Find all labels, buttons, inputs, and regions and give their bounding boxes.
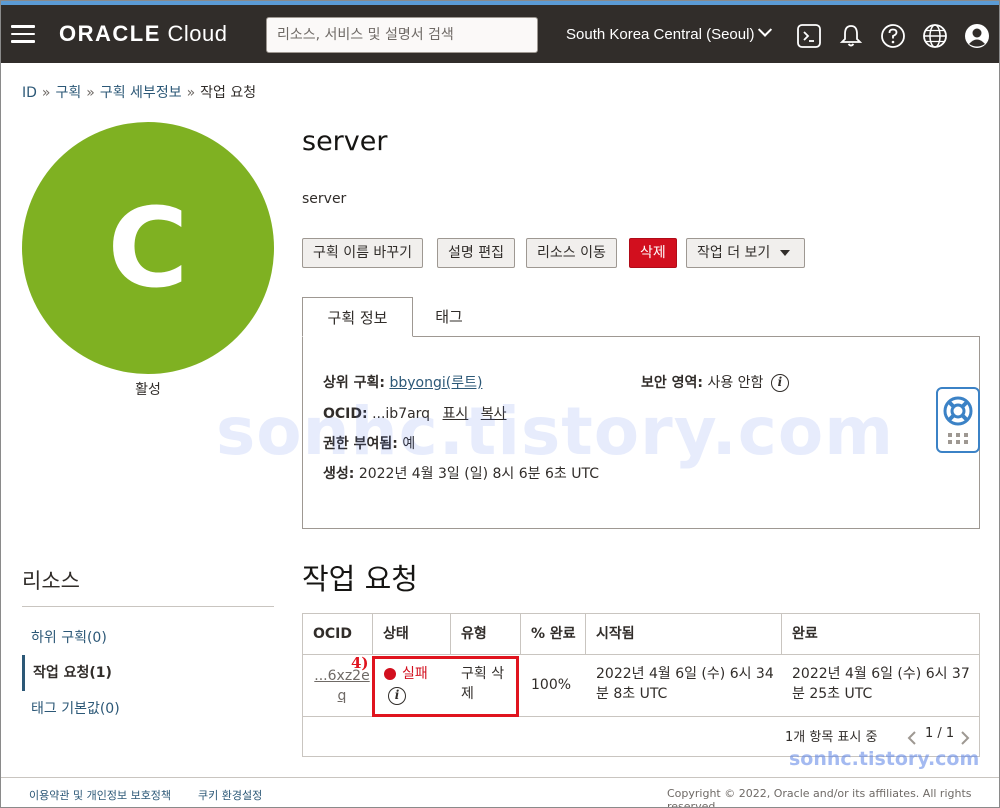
column-header-type[interactable]: 유형 — [451, 614, 521, 654]
failed-status-dot — [384, 668, 396, 680]
finished-line-continued: 분 25초 UTC — [792, 686, 873, 702]
breadcrumb-link-compartments[interactable]: 구획 — [56, 85, 82, 101]
parent-compartment-label: 상위 구획: — [323, 375, 385, 391]
ocid-show-link[interactable]: 표시 — [443, 406, 469, 422]
delete-button[interactable]: 삭제 — [629, 238, 677, 268]
started-line-continued: 분 8초 UTC — [596, 686, 668, 702]
help-widget[interactable] — [936, 387, 980, 453]
column-header-percent[interactable]: % 완료 — [521, 614, 586, 654]
menu-icon[interactable] — [11, 25, 35, 43]
percent-cell: 100% — [531, 677, 572, 693]
column-header-finished[interactable]: 완료 — [782, 614, 979, 654]
security-zone-value: 사용 안함 — [707, 375, 764, 391]
globe-icon[interactable] — [922, 23, 948, 49]
column-header-ocid[interactable]: OCID — [303, 614, 373, 654]
work-requests-table: OCID 상태 유형 % 완료 시작됨 완료 ...6xz2e q 실패 i 구… — [302, 613, 980, 757]
created-value: 2022년 4월 3일 (일) 8시 6분 6초 UTC — [358, 466, 599, 482]
lifebuoy-icon — [943, 396, 973, 444]
console-window: { "topbar": { "logo_brand": "ORACLE", "l… — [0, 0, 1000, 808]
ocid-link-continued[interactable]: q — [338, 688, 347, 704]
more-actions-label: 작업 더 보기 — [697, 245, 771, 261]
bell-icon[interactable] — [838, 23, 864, 49]
started-cell: 2022년 4월 6일 (수) 6시 34 분 8초 UTC — [596, 664, 774, 704]
resources-title: 리소스 — [22, 569, 80, 593]
search-input[interactable]: 리소스, 서비스 및 설명서 검색 — [266, 17, 538, 53]
tab-tags[interactable]: 태그 — [417, 297, 481, 337]
compartment-avatar: C — [22, 122, 274, 374]
cloud-shell-icon[interactable] — [796, 23, 822, 49]
avatar-letter: C — [107, 184, 189, 312]
ocid-cell: ...6xz2e q — [313, 666, 371, 706]
parent-compartment-row: 상위 구획: bbyongi(루트) — [323, 372, 482, 392]
ocid-label: OCID: — [323, 406, 368, 422]
footer-terms-link[interactable]: 이용약관 및 개인정보 보호정책 — [29, 787, 171, 803]
resources-item-child-compartments[interactable]: 하위 구획(0) — [22, 620, 274, 656]
resources-item-work-requests[interactable]: 작업 요청(1) — [22, 655, 274, 691]
page-description: server — [302, 191, 347, 207]
breadcrumb-separator: » — [41, 85, 51, 101]
security-zone-label: 보안 영역: — [641, 375, 703, 391]
column-header-started[interactable]: 시작됨 — [586, 614, 782, 654]
footer-cookies-link[interactable]: 쿠키 환경설정 — [198, 787, 262, 803]
region-selector[interactable]: South Korea Central (Seoul) — [566, 22, 773, 43]
finished-cell: 2022년 4월 6일 (수) 6시 37 분 25초 UTC — [792, 664, 970, 704]
ocid-value: ...ib7arq — [372, 406, 431, 422]
info-icon[interactable]: i — [770, 374, 789, 392]
type-cell: 구획 삭 제 — [461, 664, 504, 704]
resources-divider — [22, 606, 274, 607]
breadcrumb-separator: » — [186, 85, 196, 101]
rename-compartment-button[interactable]: 구획 이름 바꾸기 — [302, 238, 424, 268]
status-failed-text: 실패 — [402, 666, 428, 682]
next-page-icon[interactable] — [958, 730, 972, 746]
authorized-row: 권한 부여됨: 예 — [323, 433, 415, 453]
status-cell: 실패 i — [384, 664, 428, 705]
resources-item-tag-defaults[interactable]: 태그 기본값(0) — [22, 691, 274, 727]
started-line: 2022년 4월 6일 (수) 6시 34 — [596, 666, 774, 682]
ocid-copy-link[interactable]: 복사 — [481, 406, 507, 422]
security-zone-row: 보안 영역: 사용 안함 i — [641, 372, 789, 392]
move-resource-button[interactable]: 리소스 이동 — [526, 238, 617, 268]
oracle-cloud-logo[interactable]: ORACLE Cloud — [59, 21, 228, 47]
breadcrumb-link-compartment-details[interactable]: 구획 세부정보 — [100, 85, 182, 101]
pager-pages: 1 / 1 — [925, 726, 955, 741]
caret-down-icon — [780, 250, 791, 256]
edit-description-button[interactable]: 설명 편집 — [437, 238, 515, 268]
column-header-status[interactable]: 상태 — [373, 614, 451, 654]
more-actions-button[interactable]: 작업 더 보기 — [686, 238, 806, 268]
help-icon[interactable] — [880, 23, 906, 49]
work-requests-title: 작업 요청 — [302, 562, 418, 596]
prev-page-icon[interactable] — [905, 730, 919, 746]
breadcrumb: ID» 구획» 구획 세부정보» 작업 요청 — [22, 82, 256, 102]
header-divider — [303, 654, 979, 655]
parent-compartment-link[interactable]: bbyongi(루트) — [389, 375, 482, 391]
authorized-label: 권한 부여됨: — [323, 436, 398, 452]
breadcrumb-separator: » — [86, 85, 95, 101]
top-navigation-bar: ORACLE Cloud 리소스, 서비스 및 설명서 검색 South Kor… — [1, 1, 999, 63]
pager-summary: 1개 항목 표시 중 — [785, 730, 878, 745]
row-divider — [303, 716, 979, 717]
created-row: 생성: 2022년 4월 3일 (일) 8시 6분 6초 UTC — [323, 463, 599, 483]
type-line-continued: 제 — [461, 686, 474, 702]
ocid-row: OCID: ...ib7arq 표시 복사 — [323, 403, 507, 423]
finished-line: 2022년 4월 6일 (수) 6시 37 — [792, 666, 970, 682]
type-line: 구획 삭 — [461, 666, 505, 682]
user-icon[interactable] — [964, 23, 990, 49]
breadcrumb-current: 작업 요청 — [200, 85, 257, 101]
breadcrumb-link-id[interactable]: ID — [22, 85, 37, 101]
page-title: server — [302, 126, 388, 157]
info-icon[interactable]: i — [388, 687, 406, 705]
footer-divider — [1, 777, 999, 778]
status-label: 활성 — [135, 382, 161, 398]
annotation-label: 4) — [351, 654, 369, 672]
tab-compartment-info[interactable]: 구획 정보 — [302, 297, 413, 337]
created-label: 생성: — [323, 466, 355, 482]
footer-copyright: Copyright © 2022, Oracle and/or its affi… — [667, 787, 972, 808]
chevron-down-icon — [758, 22, 773, 37]
authorized-value: 예 — [402, 436, 416, 452]
